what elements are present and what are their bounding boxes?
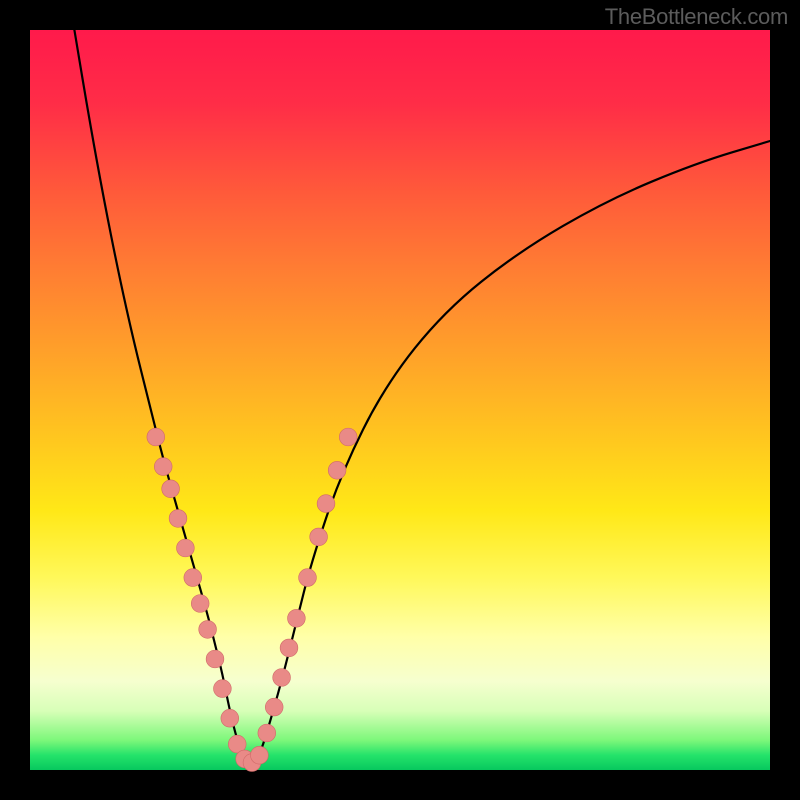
sample-bead [154, 458, 172, 476]
sample-bead [280, 639, 298, 657]
sample-bead [317, 495, 335, 513]
sample-bead [310, 528, 328, 546]
sample-bead [177, 539, 195, 557]
bottleneck-curve [74, 30, 770, 761]
sample-bead [169, 510, 187, 528]
sample-bead [299, 569, 317, 587]
sample-bead [328, 461, 346, 479]
sample-bead [288, 609, 306, 627]
sample-bead [273, 669, 291, 687]
sample-bead [251, 746, 269, 764]
plot-area [30, 30, 770, 770]
sample-bead [339, 428, 357, 446]
sample-bead [206, 650, 224, 668]
sample-bead [162, 480, 180, 498]
sample-bead [265, 698, 283, 716]
sample-beads-group [147, 428, 357, 771]
sample-bead [214, 680, 232, 698]
sample-bead [184, 569, 202, 587]
sample-bead [258, 724, 276, 742]
sample-bead [191, 595, 209, 613]
watermark-text: TheBottleneck.com [605, 4, 788, 30]
sample-bead [147, 428, 165, 446]
chart-frame: TheBottleneck.com [0, 0, 800, 800]
sample-bead [221, 709, 239, 727]
chart-svg [30, 30, 770, 770]
sample-bead [199, 621, 217, 639]
